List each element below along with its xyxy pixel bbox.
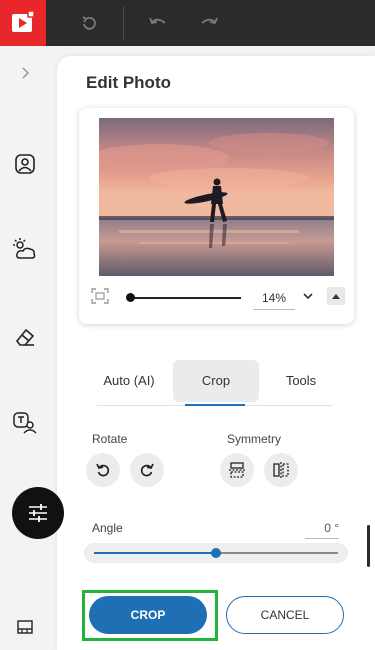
rotate-right-icon[interactable] (130, 453, 164, 487)
photo-preview (99, 118, 334, 276)
angle-slider[interactable] (84, 543, 348, 563)
angle-slider-fill (94, 552, 216, 554)
flip-horizontal-icon[interactable] (264, 453, 298, 487)
app-logo-icon[interactable] (0, 0, 46, 46)
fit-screen-icon[interactable] (91, 288, 109, 309)
weather-icon[interactable] (12, 236, 38, 262)
left-tool-rail (0, 46, 50, 650)
refresh-icon[interactable] (77, 11, 101, 35)
adjust-sliders-icon[interactable] (12, 487, 64, 539)
angle-label: Angle (92, 521, 123, 535)
portrait-icon[interactable] (12, 151, 38, 177)
rotate-label: Rotate (92, 432, 128, 446)
tab-tools[interactable]: Tools (269, 360, 333, 402)
top-toolbar (0, 0, 375, 46)
zoom-slider-track[interactable] (131, 297, 241, 299)
panel-scrollbar[interactable] (367, 525, 370, 567)
tab-auto-ai[interactable]: Auto (AI) (97, 360, 161, 402)
symmetry-label: Symmetry (227, 432, 281, 446)
flip-vertical-icon[interactable] (220, 453, 254, 487)
cancel-button[interactable]: CANCEL (226, 596, 344, 634)
chevron-down-icon[interactable] (301, 289, 315, 303)
zoom-controls: 14% (79, 284, 354, 312)
gallery-icon[interactable] (12, 614, 38, 640)
edit-tabs: Auto (AI) Crop Tools (97, 360, 333, 406)
zoom-value[interactable]: 14% (253, 288, 295, 310)
eraser-icon[interactable] (12, 324, 38, 350)
active-tab-indicator (185, 404, 245, 406)
panel-title: Edit Photo (86, 73, 171, 92)
photo-preview-card: 14% (79, 108, 354, 324)
rotate-left-icon[interactable] (86, 453, 120, 487)
undo-icon[interactable] (146, 11, 170, 35)
caret-up-icon[interactable] (327, 287, 345, 305)
angle-value[interactable]: 0 ° (305, 521, 339, 539)
edit-photo-panel: Edit Photo 14% Auto (AI) Crop Tools Rota… (57, 56, 375, 650)
toolbar-divider (123, 6, 124, 40)
redo-icon[interactable] (197, 11, 221, 35)
zoom-slider-handle[interactable] (126, 293, 135, 302)
angle-slider-handle[interactable] (211, 548, 221, 558)
crop-button[interactable]: CROP (89, 596, 207, 634)
text-person-icon[interactable] (12, 410, 38, 436)
tab-crop[interactable]: Crop (173, 360, 259, 402)
chevron-right-icon[interactable] (12, 60, 38, 86)
